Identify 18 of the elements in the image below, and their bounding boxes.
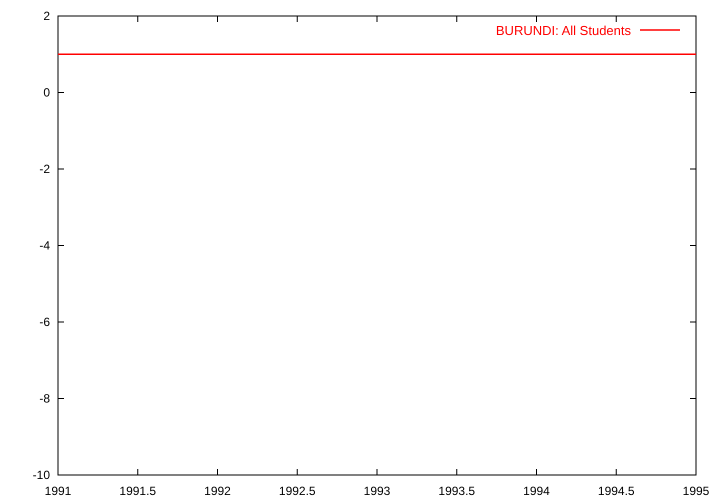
legend-line-sample — [640, 29, 680, 31]
x-tick-label: 1992 — [204, 484, 231, 498]
x-tick-label: 1993.5 — [438, 484, 476, 498]
x-tick-label: 1994.5 — [598, 484, 635, 498]
x-tick-label: 1991.5 — [119, 484, 156, 498]
y-tick-label: 2 — [43, 9, 50, 23]
y-tick-label: 0 — [43, 86, 50, 100]
x-tick-label: 1993 — [364, 484, 390, 498]
x-tick-label: 1994 — [523, 484, 550, 498]
y-tick-label: -4 — [39, 238, 50, 252]
y-tick-label: -2 — [39, 162, 50, 176]
y-tick-label: -10 — [32, 468, 50, 482]
legend-label: BURUNDI: All Students — [496, 23, 631, 38]
x-tick-label: 1995 — [682, 484, 710, 498]
x-tick-label: 1991 — [44, 484, 72, 498]
y-tick-label: -6 — [39, 315, 50, 329]
y-tick-label: -8 — [39, 392, 50, 406]
x-tick-label: 1992.5 — [278, 484, 316, 498]
